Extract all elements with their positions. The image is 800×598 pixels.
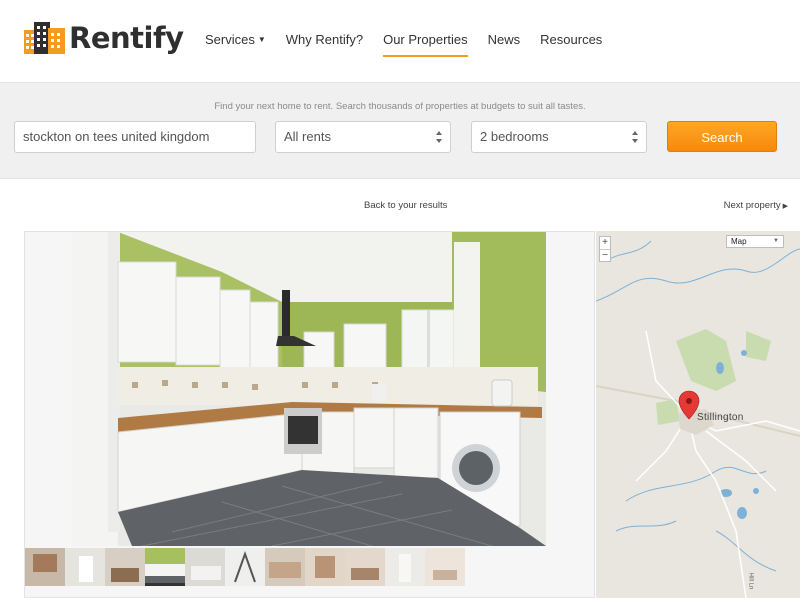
thumbnail[interactable]: [145, 548, 185, 586]
nav-item-label: Resources: [540, 32, 603, 47]
site-header: Rentify Services ▼ Why Rentify? Our Prope…: [0, 0, 800, 82]
nav-item-label: Why Rentify?: [285, 32, 364, 47]
nav-item-label: News: [487, 32, 521, 47]
photo-gallery: [24, 231, 595, 598]
bedrooms-value: 2 bedrooms: [480, 129, 549, 144]
location-value: stockton on tees united kingdom: [23, 129, 210, 144]
search-button[interactable]: Search: [667, 121, 777, 152]
thumbnail-strip: [25, 548, 467, 586]
next-property-label: Next property: [723, 200, 781, 211]
zoom-out-button[interactable]: −: [600, 249, 610, 261]
search-bar: Find your next home to rent. Search thou…: [0, 82, 800, 179]
logo[interactable]: Rentify: [24, 20, 184, 56]
caret-right-icon: ▶: [782, 203, 788, 210]
nav-item-our-properties[interactable]: Our Properties: [383, 32, 468, 57]
thumbnail[interactable]: [345, 548, 385, 586]
brand-name: Rentify: [69, 21, 184, 55]
map-zoom-controls: + −: [599, 236, 611, 262]
zoom-in-button[interactable]: +: [600, 237, 610, 249]
thumbnail[interactable]: [385, 548, 425, 586]
search-tagline: Find your next home to rent. Search thou…: [214, 101, 586, 112]
nav-item-news[interactable]: News: [488, 32, 521, 57]
map-road-label: Hill Ln: [747, 572, 754, 590]
nav-item-services[interactable]: Services ▼: [205, 32, 266, 57]
next-property-link[interactable]: Next property ▶: [724, 200, 788, 211]
select-arrows-icon: [632, 131, 638, 143]
buildings-icon: [24, 22, 66, 54]
back-to-results-link[interactable]: Back to your results: [364, 200, 447, 211]
thumbnail[interactable]: [185, 548, 225, 586]
select-arrows-icon: [436, 131, 442, 143]
rent-select[interactable]: All rents: [275, 121, 451, 153]
thumbnail[interactable]: [25, 548, 65, 586]
nav-item-label: Our Properties: [383, 32, 468, 47]
map-type-value: Map: [731, 237, 747, 246]
thumbnail[interactable]: [305, 548, 345, 586]
map-type-select[interactable]: Map ▼: [726, 235, 784, 248]
nav-item-resources[interactable]: Resources: [540, 32, 602, 57]
main-nav: Services ▼ Why Rentify? Our Properties Ne…: [205, 32, 622, 57]
bedrooms-select[interactable]: 2 bedrooms: [471, 121, 647, 153]
caret-down-icon: ▼: [257, 35, 266, 44]
thumbnail[interactable]: [105, 548, 145, 586]
location-input[interactable]: stockton on tees united kingdom: [14, 121, 256, 153]
rent-value: All rents: [284, 129, 331, 144]
kitchen-photo[interactable]: [72, 232, 546, 546]
thumbnail[interactable]: [225, 548, 265, 586]
property-map[interactable]: + − Map ▼ Stillington Hill Ln: [596, 231, 800, 598]
thumbnail[interactable]: [425, 548, 465, 586]
map-place-label: Stillington: [697, 412, 744, 423]
thumbnail[interactable]: [265, 548, 305, 586]
nav-item-label: Services: [205, 32, 255, 47]
caret-down-icon: ▼: [773, 238, 779, 244]
thumbnail[interactable]: [65, 548, 105, 586]
nav-item-why-rentify[interactable]: Why Rentify?: [286, 32, 363, 57]
